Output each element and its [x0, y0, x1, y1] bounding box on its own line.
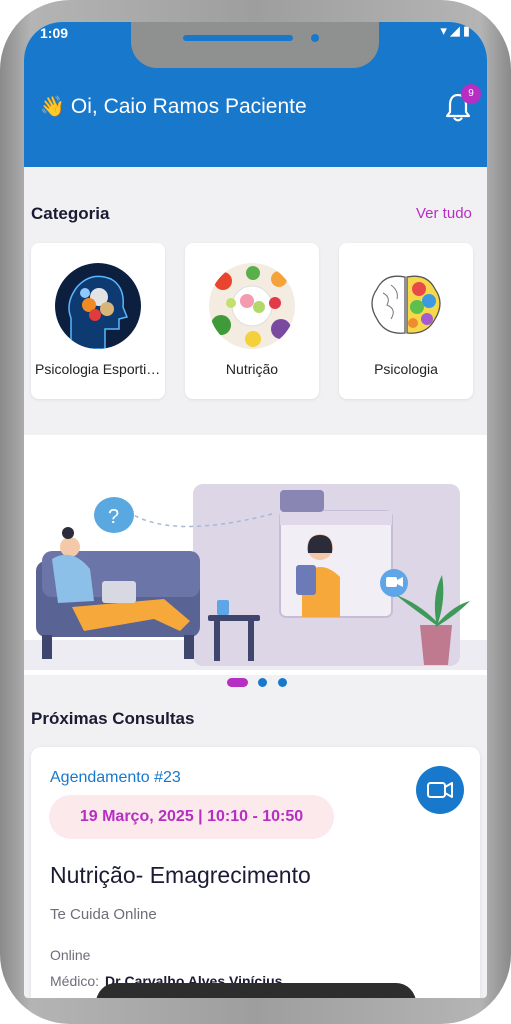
notification-badge: 9 — [461, 84, 481, 104]
camera — [311, 34, 319, 42]
greeting-text: Oi, Caio Ramos Paciente — [70, 95, 307, 118]
carousel-dot[interactable] — [258, 678, 267, 687]
category-card-psychology[interactable]: Psicologia — [339, 243, 473, 399]
psychology-image — [363, 263, 449, 349]
category-label: Psicologia Esportiva — [35, 361, 161, 377]
appointment-title: Nutrição- Emagrecimento — [50, 862, 311, 888]
greeting: 👋 Oi, Caio Ramos Paciente — [40, 94, 307, 119]
svg-text:?: ? — [108, 506, 119, 528]
appointments-title: Próximas Consultas — [31, 709, 195, 728]
notch — [131, 22, 379, 68]
category-card-sports-psychology[interactable]: Psicologia Esportiva — [31, 243, 165, 399]
appointment-clinic: Te Cuida Online — [50, 906, 157, 923]
doctor-label: Médico: — [50, 973, 100, 989]
category-title: Categoria — [31, 204, 110, 223]
appointment-mode: Online — [50, 947, 91, 963]
carousel-dot-active[interactable] — [227, 678, 248, 687]
carousel-dot[interactable] — [278, 678, 287, 687]
speaker — [183, 35, 293, 41]
bottom-navigation[interactable] — [96, 983, 416, 998]
appointment-id: Agendamento #23 — [50, 769, 181, 786]
phone-frame: 1:09 ▾◢▮ 👋 Oi, Caio Ramos Paciente 9 Cate… — [0, 0, 511, 1024]
telehealth-illustration: ? — [24, 484, 487, 670]
appointment-date-time: 19 Março, 2025 | 10:10 - 10:50 — [49, 795, 334, 839]
wave-icon: 👋 — [40, 96, 65, 118]
status-icons: ▾◢▮ — [440, 23, 473, 38]
nutrition-image — [209, 263, 295, 349]
status-time: 1:09 — [40, 25, 69, 41]
banner-carousel[interactable]: ? — [24, 435, 487, 675]
category-card-nutrition[interactable]: Nutrição — [185, 243, 319, 399]
see-all-link[interactable]: Ver tudo — [416, 205, 472, 222]
video-camera-icon — [427, 782, 453, 798]
category-label: Nutrição — [225, 361, 279, 377]
header: 1:09 ▾◢▮ 👋 Oi, Caio Ramos Paciente 9 — [24, 22, 487, 167]
appointment-card[interactable]: Agendamento #23 19 Março, 2025 | 10:10 -… — [31, 747, 480, 998]
app-screen: 1:09 ▾◢▮ 👋 Oi, Caio Ramos Paciente 9 Cate… — [24, 22, 487, 998]
category-label: Psicologia — [374, 361, 438, 377]
video-call-button[interactable] — [416, 766, 464, 814]
sports-psychology-image — [55, 263, 141, 349]
